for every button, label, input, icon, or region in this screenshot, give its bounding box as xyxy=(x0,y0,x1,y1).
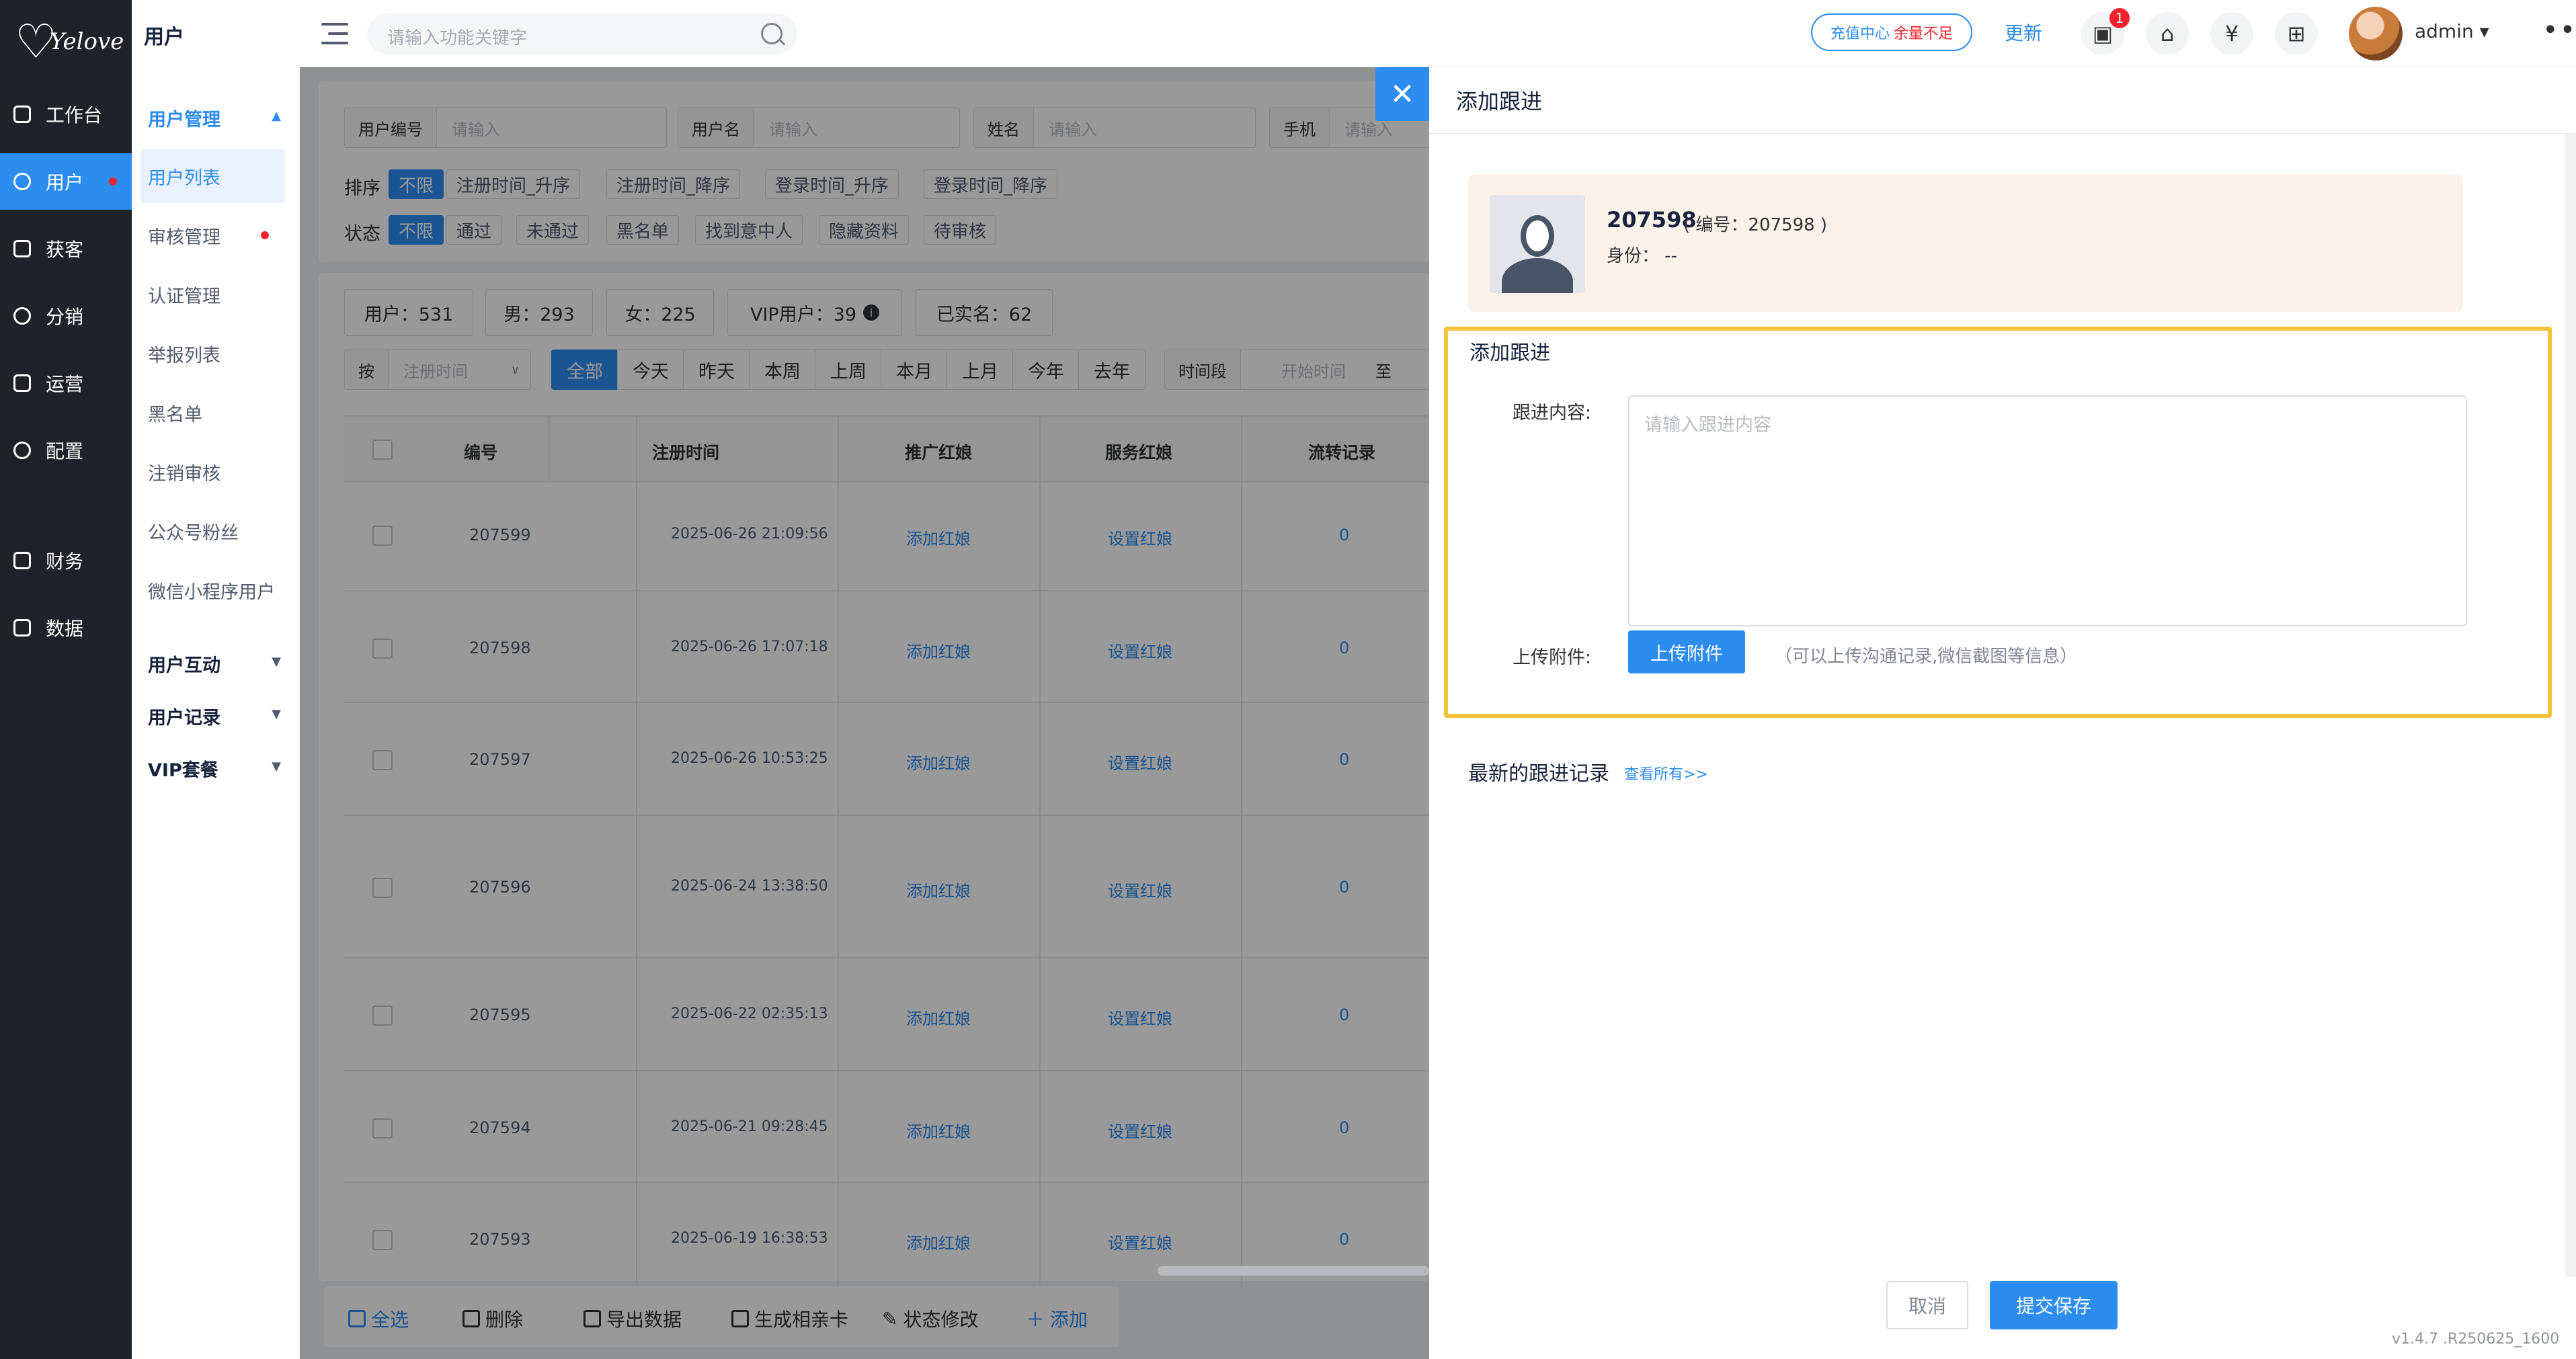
user-identity: 身份： -- xyxy=(1607,246,1678,266)
sub-item-official-fans[interactable]: 公众号粉丝 xyxy=(148,504,285,558)
brand-logo-text: Yelove xyxy=(50,28,124,55)
group-vip-plans[interactable]: VIP套餐 xyxy=(148,755,218,782)
notification-dot xyxy=(261,231,269,239)
search-placeholder: 请输入功能关键字 xyxy=(387,28,528,48)
user-info-card: 207598 ( 编号：207598 ) 身份： -- xyxy=(1468,175,2463,312)
user-name: admin xyxy=(2415,20,2474,42)
close-icon: ✕ xyxy=(1390,77,1415,112)
chevron-down-icon: ▾ xyxy=(2479,20,2489,42)
rail-item-label: 配置 xyxy=(46,440,84,462)
sub-item-label: 审核管理 xyxy=(148,226,220,248)
drawer-scrollbar[interactable] xyxy=(2565,134,2576,1277)
rail-item-label: 工作台 xyxy=(46,104,103,126)
sub-item-miniprogram-users[interactable]: 微信小程序用户 xyxy=(148,563,285,617)
follow-up-form: 添加跟进 跟进内容: 请输入跟进内容 上传附件: 上传附件 （可以上传沟通记录,… xyxy=(1444,327,2552,718)
notification-dot xyxy=(109,177,117,186)
home-icon[interactable]: ⌂ xyxy=(2146,12,2189,55)
rail-item-user[interactable]: 用户 xyxy=(0,153,132,210)
drawer-divider xyxy=(1429,133,2576,134)
sub-item-label: 注销审核 xyxy=(148,463,220,485)
main-nav-rail: ♡ Yelove 工作台 用户 获客 分销 运营 配置 财务 数据 xyxy=(0,0,132,1359)
sub-item-label: 黑名单 xyxy=(148,404,202,425)
chart-icon xyxy=(13,619,31,636)
calendar-icon[interactable]: ▣ 1 xyxy=(2081,8,2130,55)
caret-up-icon: ▲ xyxy=(272,109,281,123)
drawer-close-button[interactable]: ✕ xyxy=(1375,67,1429,121)
acquire-icon xyxy=(13,240,31,257)
sub-item-certification[interactable]: 认证管理 xyxy=(148,267,285,321)
caret-down-icon: ▼ xyxy=(272,759,281,774)
attachment-label: 上传附件: xyxy=(1513,647,1592,668)
view-all-link[interactable]: 查看所有>> xyxy=(1624,762,1708,784)
attachment-hint: （可以上传沟通记录,微信截图等信息） xyxy=(1775,647,2078,667)
rail-item-label: 数据 xyxy=(46,618,84,640)
follow-up-drawer: 添加跟进 207598 ( 编号：207598 ) 身份： -- 添加跟进 跟进… xyxy=(1429,67,2576,1359)
sub-item-blacklist[interactable]: 黑名单 xyxy=(148,386,285,440)
operate-icon xyxy=(13,374,31,392)
drawer-title: 添加跟进 xyxy=(1456,89,1543,114)
group-user-records[interactable]: 用户记录 xyxy=(148,703,220,729)
update-link[interactable]: 更新 xyxy=(2005,19,2042,46)
rail-item-label: 运营 xyxy=(46,373,84,395)
sub-item-label: 举报列表 xyxy=(148,345,220,366)
textarea-placeholder: 请输入跟进内容 xyxy=(1644,415,1771,436)
user-avatar-placeholder-icon xyxy=(1490,195,1585,293)
rail-item-label: 分销 xyxy=(46,306,84,328)
rail-item-label: 财务 xyxy=(46,550,84,573)
recharge-label: 充值中心 xyxy=(1830,26,1890,42)
money-bag-icon[interactable]: ¥ xyxy=(2210,12,2253,55)
rail-item-label: 用户 xyxy=(46,171,84,194)
sub-sidebar: 用户 用户管理 ▲ 用户列表 审核管理 认证管理 举报列表 黑名单 注销审核 公… xyxy=(132,0,300,1359)
cancel-button[interactable]: 取消 xyxy=(1886,1281,1968,1329)
content-label: 跟进内容: xyxy=(1513,403,1592,423)
sub-item-label: 公众号粉丝 xyxy=(148,522,239,544)
avatar[interactable] xyxy=(2349,7,2403,60)
user-code: ( 编号：207598 ) xyxy=(1683,215,1828,235)
submit-save-button[interactable]: 提交保存 xyxy=(1990,1281,2118,1329)
group-user-management[interactable]: 用户管理 xyxy=(148,105,220,131)
caret-down-icon: ▼ xyxy=(272,655,281,669)
horizontal-scrollbar[interactable] xyxy=(1158,1266,1429,1276)
more-icon[interactable]: ••• xyxy=(2542,15,2576,46)
sub-item-cancel-review[interactable]: 注销审核 xyxy=(148,445,285,499)
rail-item-label: 获客 xyxy=(46,239,84,261)
share-icon xyxy=(13,307,31,325)
notification-badge: 1 xyxy=(2109,8,2130,28)
rail-item-workbench[interactable]: 工作台 xyxy=(0,86,132,142)
sub-item-label: 用户列表 xyxy=(148,167,220,189)
recharge-button[interactable]: 充值中心 余量不足 xyxy=(1811,13,1972,51)
form-section-title: 添加跟进 xyxy=(1470,341,1550,365)
dashboard-icon xyxy=(13,106,31,123)
rail-item-config[interactable]: 配置 xyxy=(0,422,132,479)
rail-item-finance[interactable]: 财务 xyxy=(0,532,132,589)
rail-item-data[interactable]: 数据 xyxy=(0,600,132,656)
user-icon xyxy=(13,173,31,190)
caret-down-icon: ▼ xyxy=(272,707,281,721)
rail-item-distribution[interactable]: 分销 xyxy=(0,288,132,344)
sub-item-user-list[interactable]: 用户列表 xyxy=(141,149,285,203)
finance-icon xyxy=(13,552,31,569)
rail-item-acquire[interactable]: 获客 xyxy=(0,220,132,277)
latest-records-title: 最新的跟进记录 xyxy=(1468,762,1609,786)
brand-logo[interactable]: ♡ Yelove xyxy=(9,9,124,77)
sub-item-label: 微信小程序用户 xyxy=(148,581,275,603)
recharge-warning: 余量不足 xyxy=(1894,26,1954,42)
search-icon[interactable] xyxy=(761,23,782,44)
group-user-interaction[interactable]: 用户互动 xyxy=(148,651,220,677)
menu-toggle-icon[interactable] xyxy=(321,20,348,47)
top-header: 请输入功能关键字 充值中心 余量不足 更新 ▣ 1 ⌂ ¥ ⊞ admin ▾ … xyxy=(300,0,2576,67)
version-label: v1.4.7 .R250625_1600 xyxy=(2392,1331,2560,1348)
sub-item-review[interactable]: 审核管理 xyxy=(148,208,285,262)
sub-sidebar-title: 用户 xyxy=(144,26,184,49)
sub-item-label: 认证管理 xyxy=(148,286,220,307)
follow-up-content-textarea[interactable]: 请输入跟进内容 xyxy=(1628,395,2467,626)
user-menu[interactable]: admin ▾ xyxy=(2415,20,2489,42)
search-input[interactable]: 请输入功能关键字 xyxy=(367,13,797,54)
sub-item-report[interactable]: 举报列表 xyxy=(148,327,285,380)
upload-attachment-button[interactable]: 上传附件 xyxy=(1628,630,1745,673)
rail-item-operation[interactable]: 运营 xyxy=(0,355,132,411)
settings-icon xyxy=(13,442,31,459)
shop-icon[interactable]: ⊞ xyxy=(2275,12,2318,55)
modal-mask[interactable] xyxy=(300,67,1429,1359)
